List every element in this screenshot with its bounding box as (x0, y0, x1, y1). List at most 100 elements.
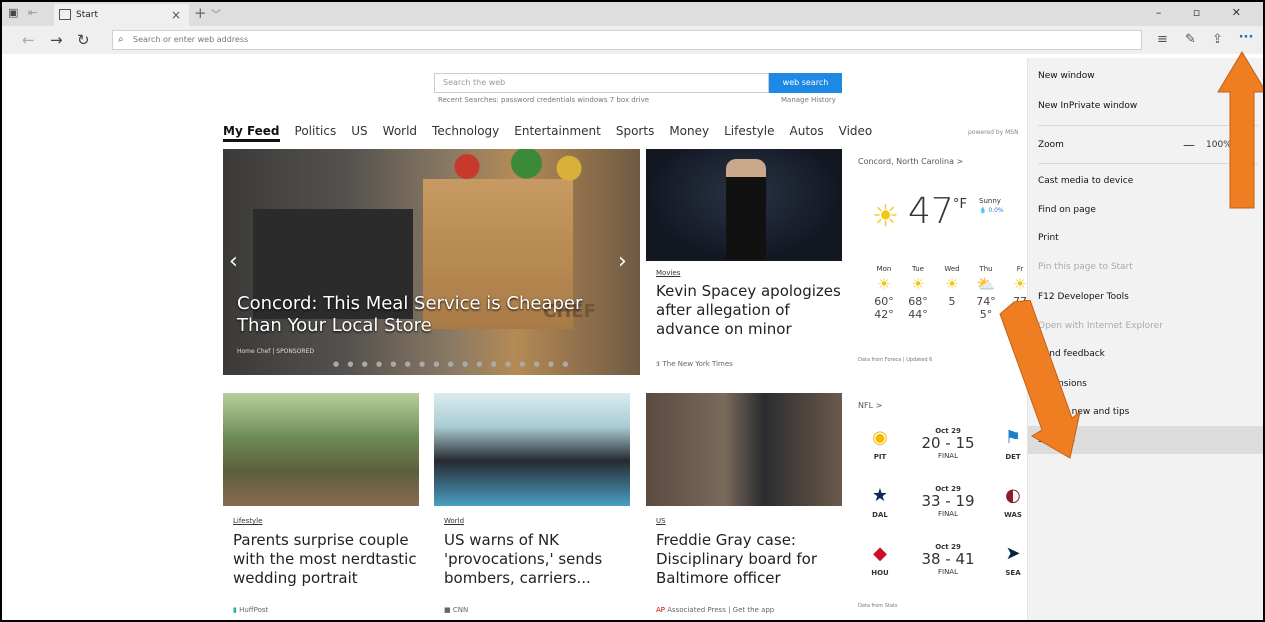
day-name: Wed (944, 265, 960, 273)
cnn-logo-icon: ■ (444, 606, 453, 614)
team-abbr: PIT (873, 453, 887, 461)
address-bar[interactable]: ⌕ Search or enter web address (112, 30, 1142, 50)
score-block: Oct 29 33 - 19 FINAL (918, 485, 978, 518)
card-title[interactable]: Parents surprise couple with the most ne… (233, 531, 418, 588)
tab-start[interactable]: Start × (54, 4, 189, 26)
card-category[interactable]: Lifestyle (233, 517, 262, 525)
game-score-value: 33 - 19 (921, 492, 975, 510)
tab-world[interactable]: World (383, 124, 417, 142)
weather-data-source: Data from Foreca | Updated 6 (858, 357, 933, 363)
card-source: ▮ HuffPost (233, 606, 268, 614)
weather-location[interactable]: Concord, North Carolina > (858, 157, 963, 166)
card-source-label: The New York Times (662, 360, 733, 368)
news-card[interactable]: World US warns of NK 'provocations,' sen… (434, 393, 630, 620)
card-source: ■ CNN (444, 606, 468, 614)
hero-next-icon[interactable]: › (618, 249, 627, 274)
tab-manager-icon[interactable]: ▣ (8, 6, 18, 19)
day-low: 5 (948, 295, 956, 308)
forecast-day[interactable]: Tue ☀ 68° 44° (904, 265, 932, 321)
hero-prev-icon[interactable]: ‹ (229, 249, 238, 274)
card-source-label: CNN (452, 606, 469, 614)
sun-icon: ☀ (877, 275, 891, 293)
hero-image-vegetables (433, 149, 603, 184)
ap-logo-icon: AP (656, 606, 668, 614)
team-abbr: SEA (1005, 569, 1021, 577)
day-name: Tue (912, 265, 924, 273)
card-title[interactable]: Kevin Spacey apologizes after allegation… (656, 282, 841, 339)
hero-story[interactable]: CHEF ‹ › Concord: This Meal Service is C… (223, 149, 640, 375)
hero-title[interactable]: Concord: This Meal Service is Cheaper Th… (237, 293, 617, 337)
news-card[interactable]: Movies Kevin Spacey apologizes after all… (646, 149, 842, 375)
back-tabs-icon[interactable]: ⇤ (28, 6, 37, 19)
web-search-input[interactable]: Search the web (434, 73, 769, 93)
nfl-title[interactable]: NFL > (858, 401, 882, 410)
search-icon: ⌕ (118, 34, 124, 45)
tab-lifestyle[interactable]: Lifestyle (724, 124, 774, 142)
tab-video[interactable]: Video (839, 124, 873, 142)
game-status: FINAL (937, 510, 958, 518)
card-image (223, 393, 419, 506)
menu-item-print[interactable]: Print (1028, 224, 1263, 252)
news-card[interactable]: US Freddie Gray case: Disciplinary board… (646, 393, 842, 620)
card-image-figure (726, 159, 766, 259)
refresh-icon[interactable]: ↻ (77, 31, 90, 49)
tab-entertainment[interactable]: Entertainment (514, 124, 601, 142)
card-title[interactable]: Freddie Gray case: Disciplinary board fo… (656, 531, 841, 588)
game-score[interactable]: ◆ HOU Oct 29 38 - 41 FINAL ➤ SEA (858, 539, 1038, 599)
tab-autos[interactable]: Autos (790, 124, 824, 142)
carousel-dots[interactable]: ● ● ● ● ● ● ● ● ● ● ● ● ● ● ● ● ● (333, 360, 571, 368)
close-tab-icon[interactable]: × (171, 4, 181, 26)
back-icon[interactable]: ← (22, 31, 35, 49)
weather-condition: Sunny (979, 197, 1001, 205)
tab-us[interactable]: US (351, 124, 367, 142)
game-score-value: 20 - 15 (921, 434, 975, 452)
zoom-label: Zoom (1038, 140, 1064, 150)
day-high: 60° (874, 295, 894, 308)
score-block: Oct 29 38 - 41 FINAL (918, 543, 978, 576)
tab-money[interactable]: Money (669, 124, 709, 142)
navigation-bar: ← → ↻ ⌕ Search or enter web address ≡ ✎ … (2, 26, 1263, 54)
forward-icon[interactable]: → (50, 31, 63, 49)
forecast-day[interactable]: Wed ☀ 5 (938, 265, 966, 308)
team-logo-icon: ★ (871, 485, 889, 506)
forecast-day[interactable]: Mon ☀ 60° 42° (870, 265, 898, 321)
window-controls[interactable]: – ▫ ✕ (1156, 6, 1255, 19)
tab-technology[interactable]: Technology (432, 124, 499, 142)
card-source: 𝕿 The New York Times (656, 360, 733, 369)
partly-cloudy-icon: ⛅ (976, 275, 996, 293)
zoom-out-button[interactable]: — (1183, 131, 1195, 159)
team-abbr: HOU (871, 569, 889, 577)
powered-by-msn: powered by MSN (968, 129, 1019, 136)
team-abbr: WAS (1004, 511, 1022, 519)
tab-title: Start (76, 10, 98, 20)
nfl-data-source: Data from Stats (858, 603, 898, 609)
more-icon[interactable]: ··· (1235, 30, 1257, 50)
tab-my-feed[interactable]: My Feed (223, 124, 280, 142)
share-icon[interactable]: ⇪ (1212, 32, 1223, 47)
home-team: ◉ PIT (860, 427, 900, 461)
card-category[interactable]: US (656, 517, 666, 525)
team-logo-icon: ◆ (873, 543, 887, 564)
card-category[interactable]: Movies (656, 269, 680, 277)
game-score[interactable]: ★ DAL Oct 29 33 - 19 FINAL ◐ WAS (858, 481, 1038, 541)
weather-precip: 💧 0.0% (979, 207, 1004, 214)
menu-item-pin-to-start: Pin this page to Start (1038, 262, 1133, 272)
chevron-down-icon[interactable]: ﹀ (211, 6, 221, 21)
manage-history-link[interactable]: Manage History (781, 96, 836, 104)
pen-icon[interactable]: ✎ (1185, 32, 1196, 47)
card-image (646, 149, 842, 261)
card-title[interactable]: US warns of NK 'provocations,' sends bom… (444, 531, 629, 588)
feed-nav: My Feed Politics US World Technology Ent… (223, 124, 887, 142)
weather-unit: °F (953, 197, 967, 212)
new-tab-icon[interactable]: + (194, 4, 207, 22)
tab-politics[interactable]: Politics (295, 124, 337, 142)
weather-temp: 47 (908, 191, 954, 232)
hub-icon[interactable]: ≡ (1157, 32, 1168, 47)
tab-sports[interactable]: Sports (616, 124, 654, 142)
card-image (646, 393, 842, 506)
day-name: Thu (979, 265, 993, 273)
card-category[interactable]: World (444, 517, 464, 525)
recent-searches[interactable]: Recent Searches: password credentials wi… (438, 96, 649, 104)
news-card[interactable]: Lifestyle Parents surprise couple with t… (223, 393, 419, 620)
web-search-button[interactable]: web search (769, 73, 842, 93)
